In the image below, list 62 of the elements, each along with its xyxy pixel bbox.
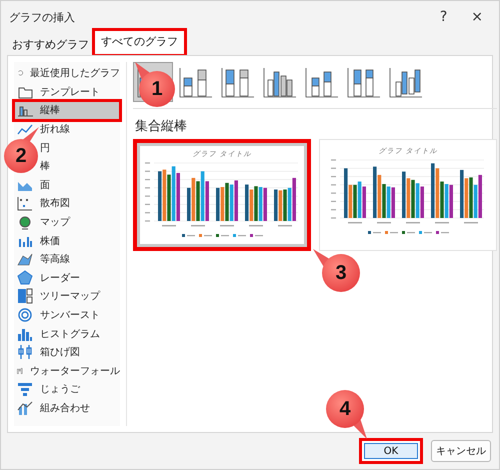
legend-entry <box>419 231 432 234</box>
chart-category-item[interactable]: 組み合わせ <box>14 398 120 418</box>
chart-category-icon <box>17 307 33 324</box>
legend-entry <box>199 234 212 237</box>
legend-entry <box>216 234 229 237</box>
chart-category-label: テンプレート <box>40 86 100 99</box>
chart-category-item[interactable]: 最近使用したグラフ <box>14 64 120 83</box>
chart-category-label: 棒 <box>40 160 50 174</box>
chart-category-item[interactable]: 縦棒 <box>14 101 120 120</box>
legend-entry <box>385 231 398 234</box>
chart-category-label: 縦棒 <box>40 104 60 118</box>
chart-category-item[interactable]: テンプレート <box>14 82 120 102</box>
legend-entry <box>368 231 381 234</box>
chart-category-icon <box>17 270 33 286</box>
chart-category-item[interactable]: ヒストグラム <box>14 324 120 343</box>
chart-category-label: サンバースト <box>40 309 100 322</box>
tab[interactable]: すべてのグラフ <box>92 28 187 57</box>
chart-category-label: ヒストグラム <box>40 328 100 341</box>
chart-category-icon <box>17 195 33 212</box>
legend-entry <box>250 234 263 237</box>
chart-category-item[interactable]: ウォーターフォール <box>14 362 120 380</box>
chart-category-label: 最近使用したグラフ <box>30 66 120 80</box>
subtype-heading: 集合縦棒 <box>135 118 188 135</box>
chart-category-label: 散布図 <box>40 197 70 210</box>
ok-button[interactable]: OK <box>359 438 423 464</box>
chart-category-item[interactable]: 株価 <box>14 231 120 250</box>
chart-category-label: レーダー <box>40 272 80 285</box>
chart-category-item[interactable]: 面 <box>14 176 120 194</box>
cancel-button[interactable]: キャンセル <box>431 440 491 462</box>
chart-category-label: ウォーターフォール <box>30 364 120 378</box>
legend-entry <box>233 234 246 237</box>
legend-entry <box>436 231 449 234</box>
legend-entry <box>182 234 195 237</box>
chart-category-item[interactable]: 箱ひげ図 <box>14 342 120 362</box>
chart-category-item[interactable]: レーダー <box>14 268 120 288</box>
chart-category-icon <box>17 344 33 360</box>
chart-category-item[interactable]: じょうご <box>14 380 120 399</box>
help-button[interactable]: ? <box>434 9 454 25</box>
chart-category-item[interactable]: ツリーマップ <box>14 287 120 306</box>
chart-category-item[interactable]: マップ <box>14 212 120 232</box>
chart-category-icon <box>17 400 33 416</box>
chart-category-icon <box>17 214 33 230</box>
legend-entry <box>402 231 415 234</box>
chart-category-label: 箱ひげ図 <box>40 346 80 360</box>
chart-category-item[interactable]: 散布図 <box>14 194 120 213</box>
chart-category-item[interactable]: 等高線 <box>14 250 120 269</box>
window-title: グラフの挿入 <box>9 10 76 24</box>
chart-category-label: 等高線 <box>40 252 70 266</box>
y-axis-labels <box>331 159 336 219</box>
chart-category-icon <box>17 288 33 304</box>
chart-category-label: 組み合わせ <box>40 402 90 415</box>
tab[interactable]: おすすめグラフ <box>9 33 92 55</box>
chart-category-item[interactable]: サンバースト <box>14 306 120 324</box>
close-button[interactable]: × <box>465 9 489 25</box>
chart-category-label: じょうご <box>40 383 80 396</box>
chart-category-label: 株価 <box>40 234 60 248</box>
chart-category-icon <box>17 381 33 398</box>
chart-category-icon <box>17 251 33 268</box>
chart-category-label: マップ <box>40 216 70 230</box>
chart-category-label: 面 <box>40 178 50 192</box>
y-axis-labels <box>145 162 150 222</box>
chart-category-label: ツリーマップ <box>40 290 100 304</box>
